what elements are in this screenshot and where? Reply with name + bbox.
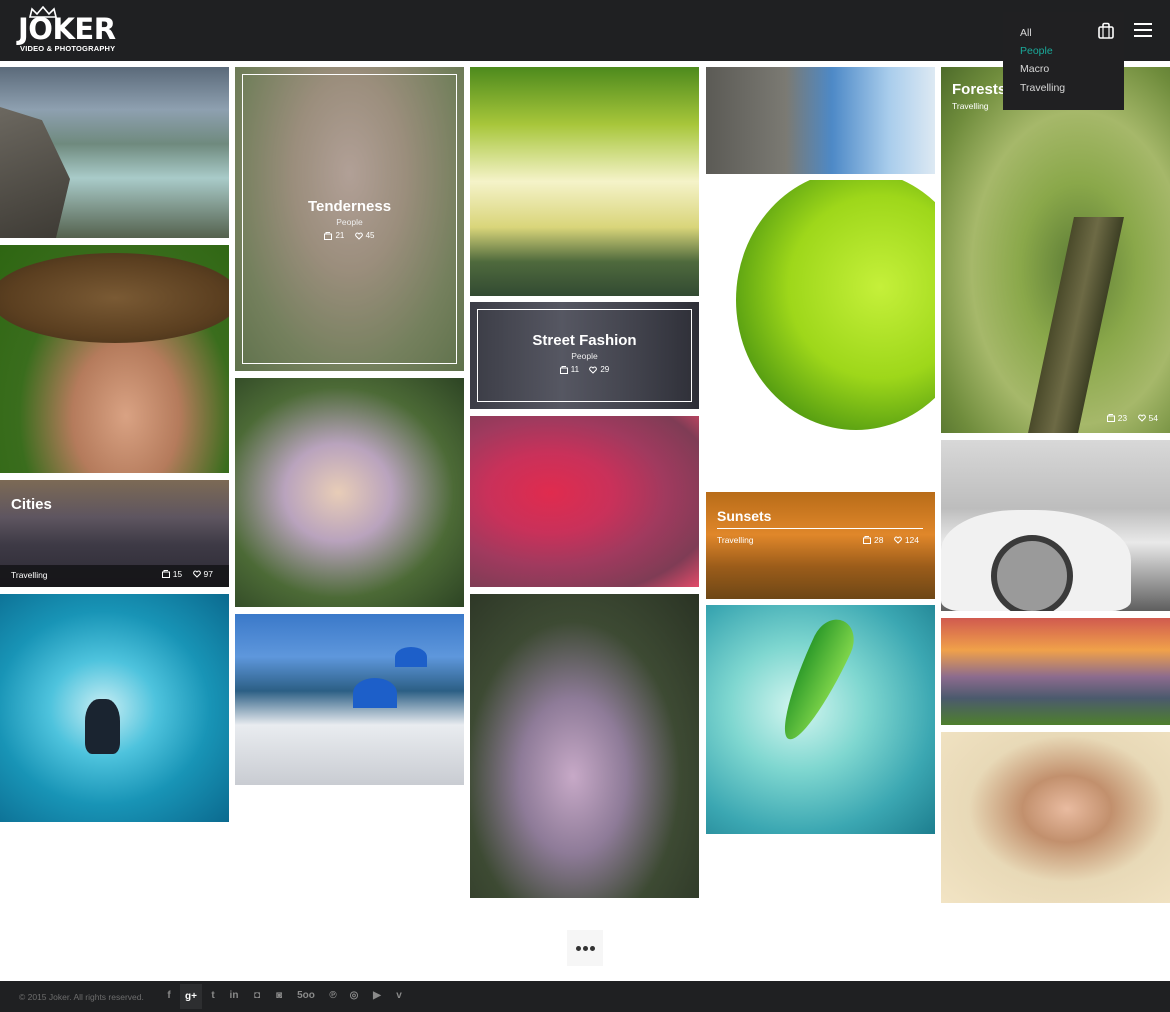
photo-leaf-drop[interactable] (706, 605, 935, 834)
photo-red-poppies[interactable] (470, 416, 699, 587)
tile-title: Cities (11, 496, 52, 513)
photo-lime-macro[interactable] (706, 180, 935, 485)
photo-fjord-cliff[interactable] (0, 67, 229, 238)
views-count: 23 (1117, 413, 1128, 423)
google-plus-icon[interactable]: g+ (180, 984, 202, 1009)
photo-surfer[interactable] (0, 594, 229, 822)
views-count: 28 (873, 535, 884, 545)
dribbble-icon[interactable]: ◎ (346, 990, 362, 1001)
hamburger-menu-icon[interactable] (1134, 23, 1152, 37)
photo-mountain-sunset[interactable] (941, 618, 1170, 725)
tile-category: Travelling (11, 570, 48, 580)
tile-category: Travelling (952, 101, 989, 111)
likes-count: 45 (365, 231, 375, 240)
photo-woman-headband[interactable] (941, 732, 1170, 903)
tile-title: Tenderness (307, 198, 392, 215)
linkedin-icon[interactable]: in (226, 990, 242, 1001)
photo-forests[interactable]: Forests Travelling 23 54 (941, 67, 1170, 433)
logo-tagline: VIDEO & PHOTOGRAPHY (20, 44, 116, 53)
photo-sunsets[interactable]: Sunsets Travelling 28 124 (706, 492, 935, 599)
photo-street-fashion[interactable]: Street Fashion People 11 29 (470, 302, 699, 409)
filter-travelling[interactable]: Travelling (1020, 82, 1065, 94)
instagram-icon[interactable]: ◘ (249, 990, 265, 1001)
facebook-icon[interactable]: f (161, 990, 177, 1001)
pinterest-icon[interactable]: ℗ (325, 990, 341, 1001)
heart-icon[interactable] (589, 365, 598, 374)
photo-rock-climber[interactable] (706, 67, 935, 174)
500px-icon[interactable]: 5oo (295, 990, 317, 1001)
likes-count: 124 (904, 535, 919, 545)
tile-title: Forests (952, 81, 1007, 98)
footer: © 2015 Joker. All rights reserved. f g+ … (0, 981, 1170, 1012)
likes-count: 54 (1148, 413, 1158, 423)
likes-count: 97 (203, 569, 213, 579)
photo-tenderness[interactable]: Tenderness People 21 45 (235, 67, 464, 371)
photo-palm-sunset[interactable] (470, 67, 699, 296)
logo[interactable]: JOKER VIDEO & PHOTOGRAPHY (18, 6, 128, 54)
twitter-icon[interactable]: t (205, 990, 221, 1001)
views-icon (324, 231, 333, 240)
tile-category: People (336, 217, 363, 227)
filter-people[interactable]: People (1020, 45, 1053, 57)
heart-icon[interactable] (893, 536, 902, 544)
photo-woman-lavender-dress[interactable] (235, 378, 464, 607)
photo-woman-nest-hat[interactable] (0, 245, 229, 473)
heart-icon[interactable] (192, 570, 201, 578)
photo-cities[interactable]: Cities Travelling 15 97 (0, 480, 229, 587)
filter-all[interactable]: All (1020, 27, 1032, 39)
filter-macro[interactable]: Macro (1020, 63, 1049, 75)
flickr-icon[interactable]: ◙ (271, 990, 287, 1001)
views-icon (862, 536, 871, 544)
tile-category: Travelling (717, 535, 754, 545)
load-more-button[interactable] (567, 930, 603, 966)
tile-title: Street Fashion (532, 332, 637, 349)
likes-count: 29 (600, 365, 610, 374)
logo-text: JOKER (18, 12, 116, 46)
more-dots-icon (575, 945, 596, 951)
vimeo-icon[interactable]: v (391, 990, 407, 1001)
heart-icon[interactable] (1137, 414, 1146, 422)
views-count: 21 (335, 231, 345, 240)
youtube-icon[interactable]: ▶ (369, 990, 385, 1001)
photo-woman-forest-dress[interactable] (470, 594, 699, 898)
views-icon (161, 570, 170, 578)
views-icon (559, 365, 568, 374)
views-count: 15 (172, 569, 183, 579)
views-count: 11 (570, 365, 580, 374)
copyright: © 2015 Joker. All rights reserved. (19, 992, 144, 1002)
views-icon (1106, 414, 1115, 422)
tile-category: People (571, 351, 598, 361)
shopping-bag-icon[interactable] (1097, 22, 1115, 40)
header: JOKER VIDEO & PHOTOGRAPHY (0, 0, 1170, 61)
heart-icon[interactable] (354, 231, 363, 240)
photo-vintage-car-binoculars[interactable] (941, 440, 1170, 611)
photo-santorini[interactable] (235, 614, 464, 785)
tile-title: Sunsets (717, 508, 772, 524)
